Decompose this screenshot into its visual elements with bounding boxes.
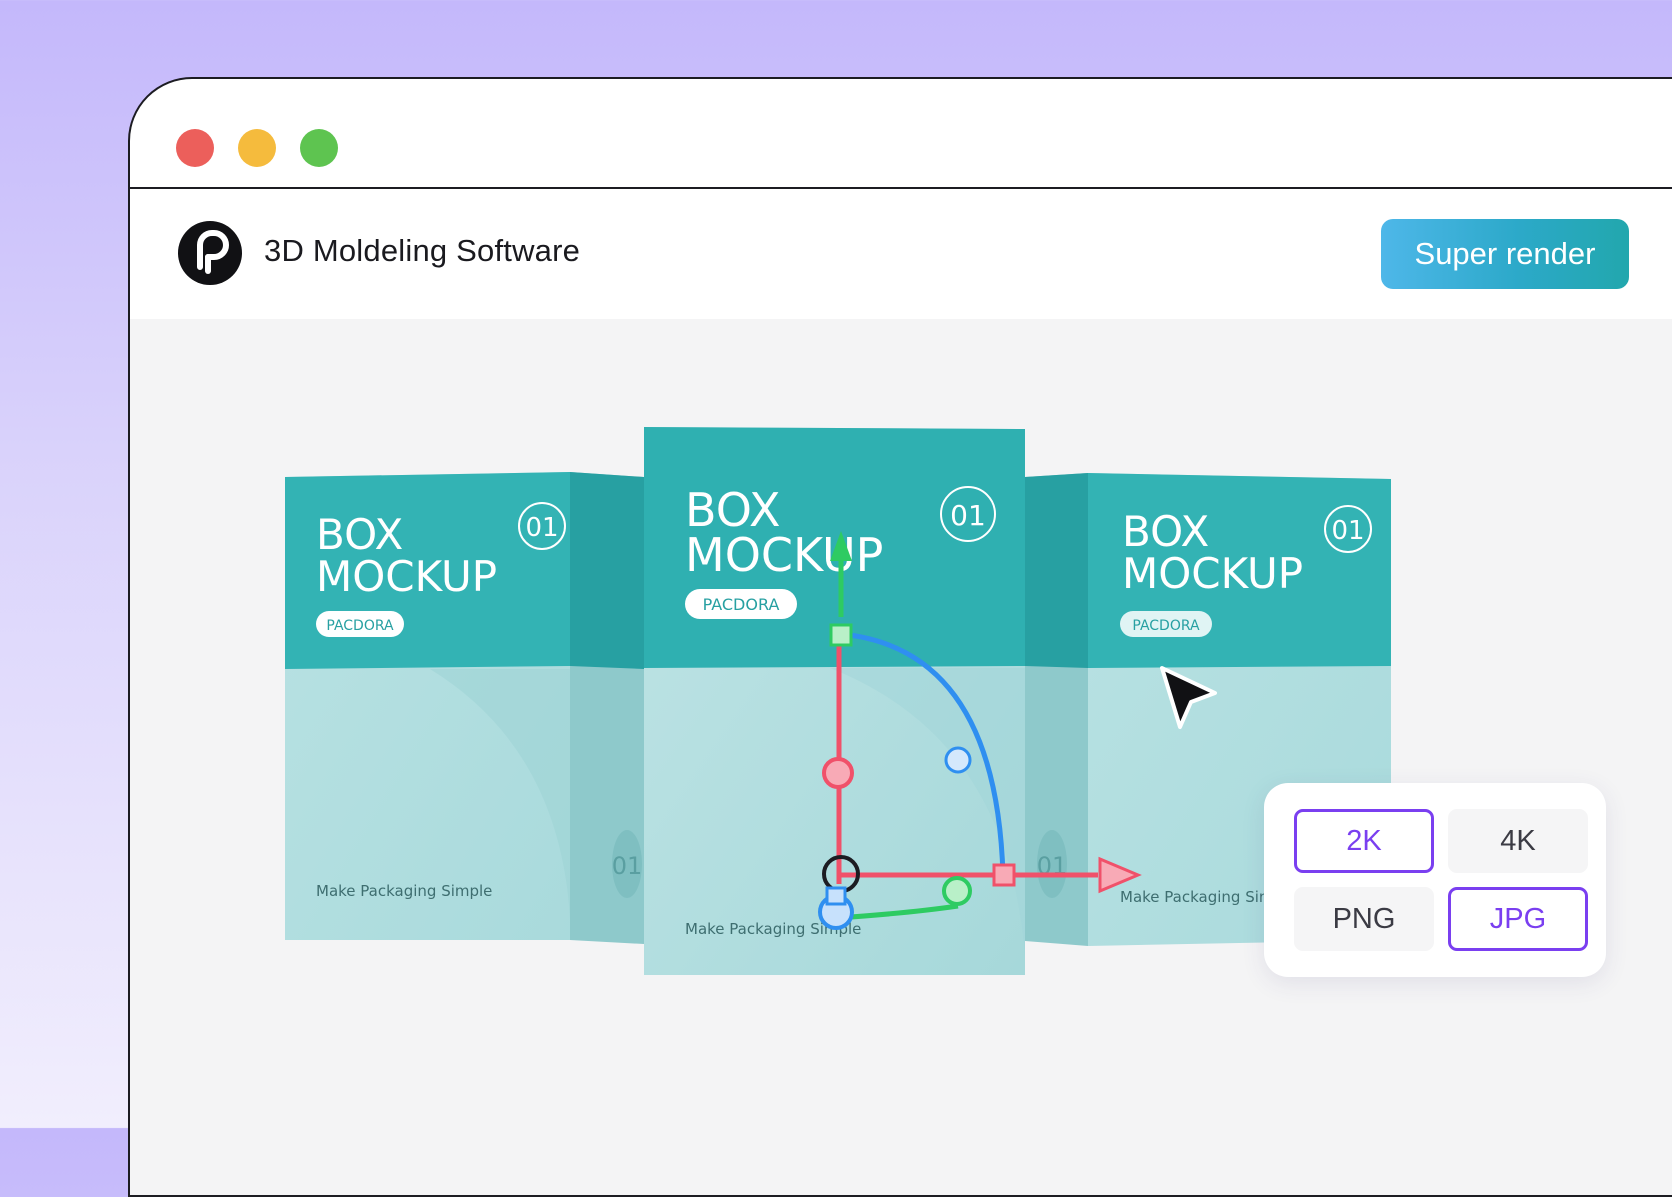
minimize-window-icon[interactable] [238, 129, 276, 167]
format-png-option[interactable]: PNG [1294, 887, 1434, 951]
y-axis-scale-handle[interactable] [829, 623, 853, 647]
left-box-title-line2: MOCKUP [316, 552, 497, 601]
y-rotation-handle[interactable] [942, 876, 972, 906]
left-box-mockup[interactable]: BOX MOCKUP 01 PACDORA Make Packaging Sim… [285, 472, 644, 944]
center-box-brand: PACDORA [703, 595, 780, 614]
left-box-badge: 01 [525, 513, 558, 543]
maximize-window-icon[interactable] [300, 129, 338, 167]
center-box-badge: 01 [950, 499, 986, 532]
render-options-panel: 2K 4K PNG JPG [1264, 783, 1606, 977]
app-window: 3D Moldeling Software Super render BOX M… [128, 77, 1672, 1197]
pacdora-logo-icon [178, 221, 242, 285]
super-render-button[interactable]: Super render [1381, 219, 1629, 289]
x-axis-scale-handle[interactable] [992, 863, 1016, 887]
close-window-icon[interactable] [176, 129, 214, 167]
resolution-4k-option[interactable]: 4K [1448, 809, 1588, 873]
app-title: 3D Moldeling Software [264, 233, 581, 268]
center-box-title-line2: MOCKUP [685, 528, 883, 582]
left-box-brand: PACDORA [326, 618, 394, 634]
window-titlebar [130, 79, 1672, 189]
3d-viewport[interactable]: BOX MOCKUP 01 PACDORA Make Packaging Sim… [130, 319, 1672, 1195]
right-box-title-line2: MOCKUP [1122, 549, 1303, 598]
format-jpg-option[interactable]: JPG [1448, 887, 1588, 951]
left-box-side-number: 01 [612, 852, 643, 880]
resolution-2k-option[interactable]: 2K [1294, 809, 1434, 873]
z-rotation-handle[interactable] [944, 746, 972, 774]
right-box-badge: 01 [1331, 516, 1364, 546]
app-header: 3D Moldeling Software Super render [130, 189, 1672, 319]
right-box-brand: PACDORA [1132, 618, 1200, 634]
x-rotation-handle[interactable] [822, 757, 854, 789]
left-box-tagline: Make Packaging Simple [316, 882, 492, 900]
box-scene: BOX MOCKUP 01 PACDORA Make Packaging Sim… [285, 427, 1391, 975]
